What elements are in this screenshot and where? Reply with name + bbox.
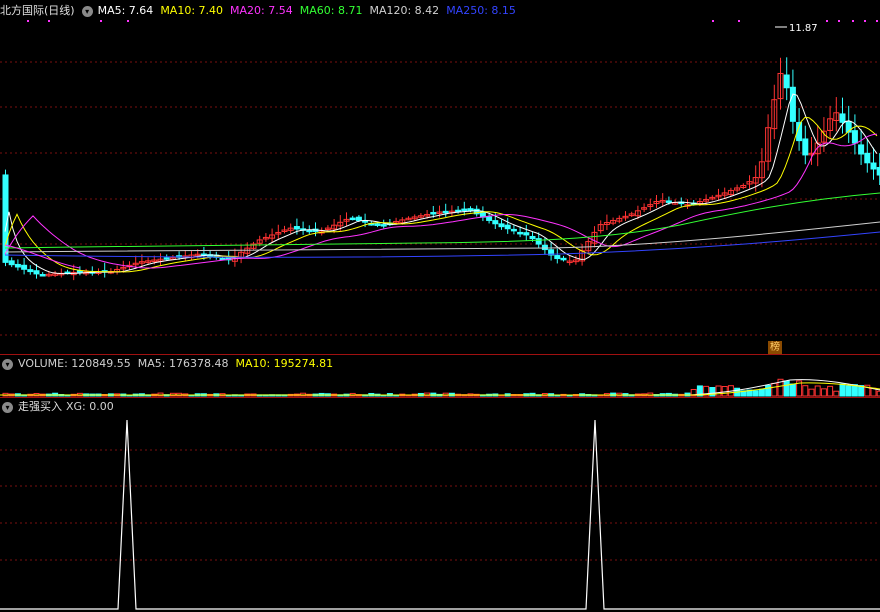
volume-bar	[783, 380, 790, 397]
high-price-label: 11.87	[789, 23, 818, 34]
volume-bar	[771, 382, 778, 397]
candle-body	[665, 200, 672, 203]
ma60-line	[4, 192, 880, 249]
volume-bar	[820, 388, 827, 397]
candle-body	[783, 74, 790, 89]
candle-body	[535, 238, 542, 245]
volume-bar	[845, 385, 852, 397]
volume-bar	[839, 383, 846, 397]
volume-bar	[752, 390, 759, 397]
ma120-line	[4, 221, 880, 253]
candle-body	[529, 235, 536, 240]
candle-body	[504, 224, 511, 230]
volume-bar	[833, 390, 840, 397]
candle-body	[858, 144, 865, 155]
candle-body	[442, 210, 449, 214]
marker-dot	[826, 20, 828, 22]
candle-body	[355, 216, 362, 222]
candle-body	[523, 232, 530, 236]
volume-bar	[789, 383, 796, 397]
marker-dot	[852, 20, 854, 22]
candle-body	[374, 223, 381, 226]
list-badge[interactable]: 榜	[768, 341, 782, 354]
candle-body	[486, 216, 493, 221]
marker-dot	[876, 20, 878, 22]
marker-dot	[838, 20, 840, 22]
marker-dot	[27, 20, 29, 22]
candle-body	[541, 244, 548, 251]
volume-bar	[715, 385, 722, 397]
candle-body	[21, 264, 28, 270]
candle-body	[8, 260, 15, 266]
marker-dot	[864, 20, 866, 22]
volume-bar	[808, 388, 815, 397]
marker-dot	[738, 20, 740, 22]
candle-body	[802, 138, 809, 156]
candle-body	[554, 255, 561, 260]
candle-body	[163, 257, 170, 260]
candle-body	[517, 231, 524, 235]
volume-bar	[765, 384, 772, 397]
candle-body	[498, 223, 505, 228]
candle-body	[492, 220, 499, 225]
candle-body	[380, 224, 387, 227]
candle-body	[349, 217, 356, 221]
candle-body	[864, 152, 871, 164]
candle-body	[306, 229, 313, 233]
candle-body	[789, 86, 796, 122]
candle-body	[293, 226, 300, 230]
candle-body	[39, 274, 46, 277]
candle-body	[14, 263, 21, 268]
volume-bar	[814, 385, 821, 397]
kline-chart[interactable]: 11.87	[0, 0, 880, 612]
volume-bar	[827, 385, 834, 397]
candle-body	[839, 113, 846, 123]
marker-dot	[712, 20, 714, 22]
candle-body	[851, 130, 858, 144]
volume-bar	[758, 388, 765, 397]
candle-body	[76, 270, 83, 273]
candle-body	[467, 208, 474, 212]
marker-dot	[48, 20, 50, 22]
signal-line	[0, 419, 880, 610]
candle-body	[510, 228, 517, 232]
candle-body	[33, 270, 40, 275]
marker-dot	[127, 20, 129, 22]
candle-body	[27, 269, 34, 273]
volume-bar	[802, 385, 809, 397]
marker-dot	[100, 20, 102, 22]
candle-body	[870, 162, 877, 170]
ma20-line	[4, 133, 878, 269]
candle-body	[560, 257, 567, 261]
candle-body	[430, 212, 437, 215]
candle-body	[461, 208, 468, 212]
